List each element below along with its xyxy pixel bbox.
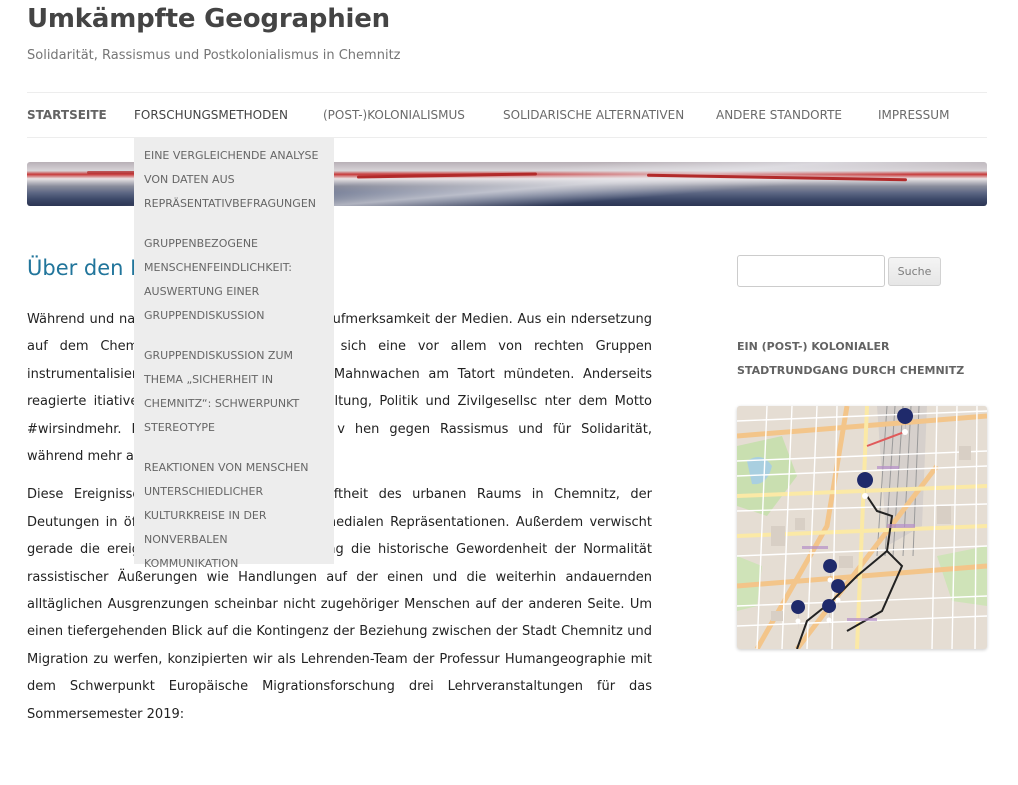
submenu-item-repraesentativbefragungen[interactable]: EINE VERGLEICHENDE ANALYSE VON DATEN AUS… — [134, 144, 334, 216]
submenu-item-gruppenbezogene-menschenfeindlichkeit[interactable]: GRUPPENBEZOGENE MENSCHENFEINDLICHKEIT: A… — [134, 232, 334, 328]
nav-item-startseite[interactable]: STARTSEITE — [27, 108, 107, 122]
nav-item-post-kolonialismus[interactable]: (POST-)KOLONIALISMUS — [323, 108, 465, 122]
search-input[interactable] — [737, 255, 885, 287]
site-title[interactable]: Umkämpfte Geographien — [27, 4, 390, 34]
widget-title: EIN (POST-) KOLONIALER STADTRUNDGANG DUR… — [737, 340, 965, 377]
nav-item-solidarische-alternativen[interactable]: SOLIDARISCHE ALTERNATIVEN — [503, 108, 684, 122]
city-tour-map[interactable] — [737, 406, 987, 649]
main-navigation: STARTSEITE FORSCHUNGSMETHODEN (POST-)KOL… — [27, 92, 987, 138]
submenu-item-nonverbale-kommunikation[interactable]: REAKTIONEN VON MENSCHEN UNTERSCHIEDLICHE… — [134, 456, 334, 576]
map-graphic — [737, 406, 987, 649]
site-description: Solidarität, Rassismus und Postkoloniali… — [27, 48, 401, 63]
page-title: Über den B — [27, 256, 145, 280]
submenu-item-sicherheit-in-chemnitz[interactable]: GRUPPENDISKUSSION ZUM THEMA „SICHERHEIT … — [134, 344, 334, 440]
content-paragraph: Während und na e Chemnitz bundesweit die… — [27, 312, 652, 465]
search-button[interactable]: Suche — [888, 257, 941, 286]
submenu-forschungsmethoden: EINE VERGLEICHENDE ANALYSE VON DATEN AUS… — [134, 138, 334, 570]
nav-item-forschungsmethoden[interactable]: FORSCHUNGSMETHODEN — [134, 108, 288, 122]
entry-content: Während und na e Chemnitz bundesweit die… — [27, 306, 652, 739]
nav-item-impressum[interactable]: IMPRESSUM — [878, 108, 949, 122]
nav-item-andere-standorte[interactable]: ANDERE STANDORTE — [716, 108, 842, 122]
content-paragraph: Diese Ereignisse zeugen von der Umkämpft… — [27, 487, 652, 722]
